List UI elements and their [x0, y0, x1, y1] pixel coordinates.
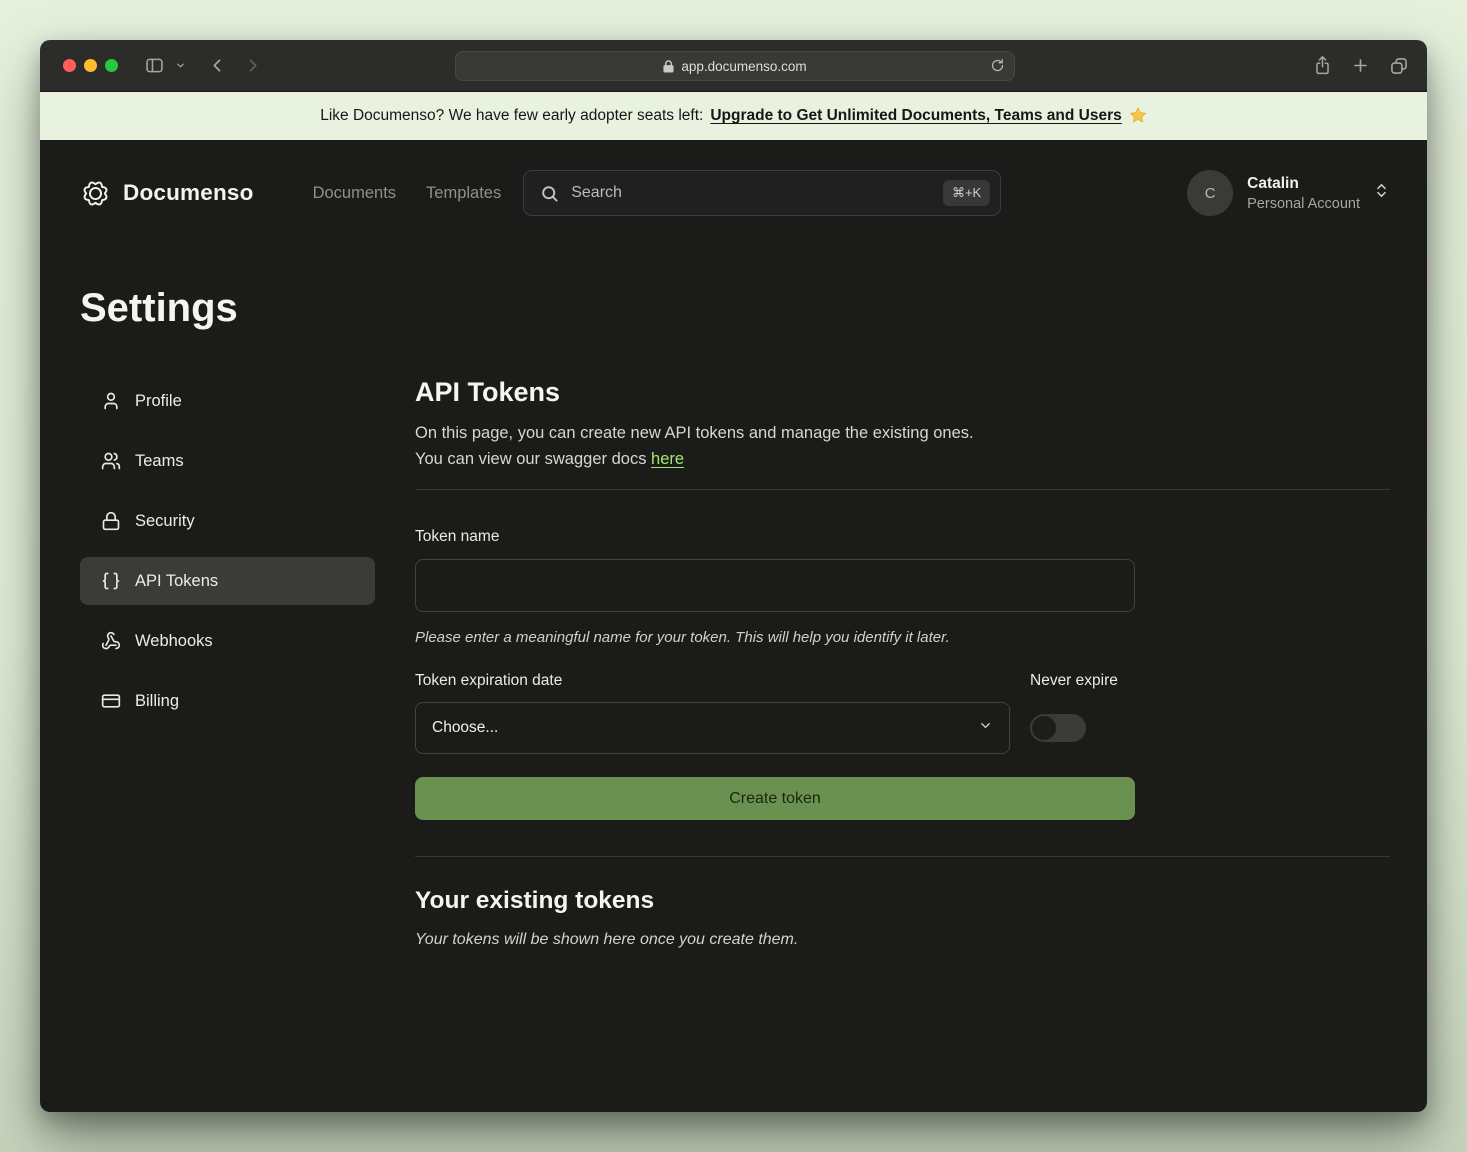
never-expire-toggle[interactable]	[1030, 714, 1086, 742]
search-icon	[540, 184, 559, 203]
section-heading: API Tokens	[415, 377, 1390, 408]
star-icon	[1129, 106, 1147, 124]
chevrons-up-down-icon	[1373, 182, 1390, 204]
expiration-label: Token expiration date	[415, 672, 1010, 690]
sidebar-toggle-icon[interactable]	[144, 55, 165, 76]
brand[interactable]: Documenso	[80, 178, 254, 209]
divider	[415, 856, 1390, 857]
create-token-button[interactable]: Create token	[415, 777, 1135, 820]
account-type: Personal Account	[1247, 196, 1360, 212]
close-window-button[interactable]	[63, 59, 76, 72]
credit-card-icon	[101, 691, 121, 711]
nav-link-templates[interactable]: Templates	[426, 184, 501, 203]
sidebar-item-label: Security	[135, 512, 195, 531]
sidebar-item-label: Webhooks	[135, 632, 213, 651]
nav-link-documents[interactable]: Documents	[313, 184, 396, 203]
token-name-help: Please enter a meaningful name for your …	[415, 629, 1135, 646]
chevron-down-icon[interactable]	[175, 60, 186, 71]
webhook-icon	[101, 631, 121, 651]
tab-overview-icon[interactable]	[1389, 56, 1409, 76]
sidebar-item-label: Teams	[135, 452, 184, 471]
documenso-logo-icon	[80, 178, 111, 209]
swagger-docs-link[interactable]: here	[651, 450, 684, 468]
braces-icon	[101, 571, 121, 591]
existing-tokens-empty-text: Your tokens will be shown here once you …	[415, 931, 1390, 949]
user-icon	[101, 391, 121, 411]
browser-window: app.documenso.com Like Documenso? We hav…	[40, 40, 1427, 1112]
existing-tokens-heading: Your existing tokens	[415, 887, 1390, 915]
url-text: app.documenso.com	[681, 59, 806, 74]
back-icon[interactable]	[208, 56, 227, 75]
expiration-value: Choose...	[432, 719, 498, 737]
window-controls	[63, 59, 118, 72]
browser-toolbar: app.documenso.com	[40, 40, 1427, 92]
share-icon[interactable]	[1313, 55, 1332, 76]
expiration-select[interactable]: Choose...	[415, 702, 1010, 754]
api-tokens-panel: API Tokens On this page, you can create …	[415, 377, 1390, 949]
reload-icon[interactable]	[990, 58, 1005, 76]
sidebar-item-billing[interactable]: Billing	[80, 677, 375, 725]
search-input[interactable]: Search ⌘+K	[523, 170, 1001, 216]
zoom-window-button[interactable]	[105, 59, 118, 72]
app-header: Documenso DocumentsTemplates Search ⌘+K …	[80, 170, 1390, 216]
sidebar-item-profile[interactable]: Profile	[80, 377, 375, 425]
app-content: Documenso DocumentsTemplates Search ⌘+K …	[40, 140, 1427, 1112]
sidebar-item-security[interactable]: Security	[80, 497, 375, 545]
never-expire-label: Never expire	[1030, 672, 1135, 690]
new-tab-icon[interactable]	[1351, 56, 1370, 75]
divider	[415, 489, 1390, 490]
main-nav: Documents Templates	[313, 184, 502, 203]
sidebar-item-webhooks[interactable]: Webhooks	[80, 617, 375, 665]
upgrade-banner: Like Documenso? We have few early adopte…	[40, 92, 1427, 140]
sidebar-item-teams[interactable]: Teams	[80, 437, 375, 485]
sidebar-item-label: API Tokens	[135, 572, 218, 591]
upgrade-link[interactable]: Upgrade to Get Unlimited Documents, Team…	[710, 107, 1121, 125]
settings-sidebar: Profile Teams Security API Tokens Webhooks Bi…	[80, 377, 375, 949]
sidebar-item-label: Billing	[135, 692, 179, 711]
token-name-input[interactable]	[415, 559, 1135, 612]
sidebar-item-label: Profile	[135, 392, 182, 411]
lock-icon	[663, 60, 674, 73]
minimize-window-button[interactable]	[84, 59, 97, 72]
forward-icon[interactable]	[243, 56, 262, 75]
sidebar-item-api-tokens[interactable]: API Tokens	[80, 557, 375, 605]
avatar: C	[1187, 170, 1233, 216]
chevron-down-icon	[978, 718, 993, 738]
account-menu[interactable]: C Catalin Personal Account	[1187, 170, 1390, 216]
token-name-label: Token name	[415, 528, 1135, 546]
section-description: On this page, you can create new API tok…	[415, 421, 1390, 472]
user-name: Catalin	[1247, 175, 1360, 193]
lock-icon	[101, 511, 121, 531]
create-token-form: Token name Please enter a meaningful nam…	[415, 528, 1135, 820]
brand-name: Documenso	[123, 180, 254, 206]
page-title: Settings	[80, 286, 1390, 331]
search-shortcut-badge: ⌘+K	[943, 180, 990, 206]
address-bar[interactable]: app.documenso.com	[455, 51, 1015, 81]
search-placeholder: Search	[571, 184, 622, 202]
banner-text: Like Documenso? We have few early adopte…	[320, 107, 703, 125]
users-icon	[101, 451, 121, 471]
